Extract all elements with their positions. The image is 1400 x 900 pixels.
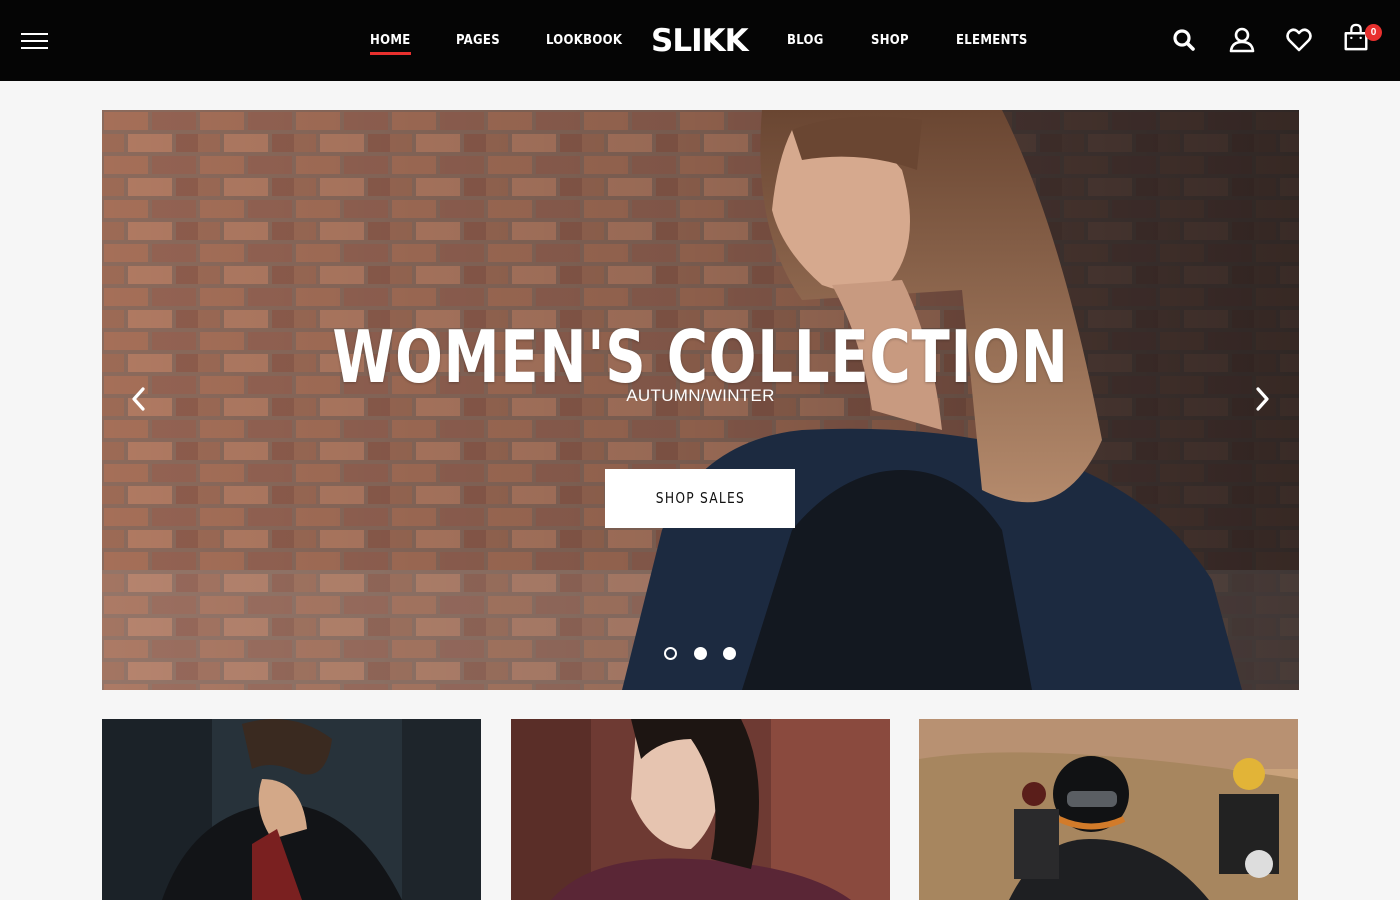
menu-icon[interactable] [21,33,48,50]
woman-leather-jacket-image [511,719,890,900]
category-tile-2[interactable] [511,719,890,900]
nav-lookbook[interactable]: LOOKBOOK [546,33,622,49]
heart-icon[interactable] [1285,26,1313,54]
nav-home[interactable]: HOME [370,33,411,55]
chevron-left-icon[interactable] [129,386,149,412]
slider-dot-3[interactable] [723,647,736,660]
slider-dot-2[interactable] [694,647,707,660]
search-icon[interactable] [1170,26,1198,54]
motorcycle-riders-image [919,719,1298,900]
site-logo[interactable]: SLIKK [651,22,749,60]
shop-sales-label: SHOP SALES [655,489,745,507]
category-tile-3[interactable] [919,719,1298,900]
cart-count-badge: 0 [1365,24,1382,41]
hero-slider: AUTUMN/WINTER WOMEN'S COLLECTION SHOP SA… [102,110,1299,690]
user-icon[interactable] [1228,26,1256,54]
category-tile-1[interactable] [102,719,481,900]
shop-sales-button[interactable]: SHOP SALES [605,469,795,528]
man-leather-jacket-image [102,719,481,900]
nav-elements[interactable]: ELEMENTS [956,33,1028,49]
site-header: HOME PAGES LOOKBOOK SLIKK BLOG SHOP ELEM… [0,0,1400,81]
nav-pages[interactable]: PAGES [456,33,500,49]
nav-blog[interactable]: BLOG [787,33,824,49]
hero-title: WOMEN'S COLLECTION [332,315,1069,399]
slider-dot-1[interactable] [664,647,677,660]
nav-shop[interactable]: SHOP [871,33,909,49]
chevron-right-icon[interactable] [1252,386,1272,412]
